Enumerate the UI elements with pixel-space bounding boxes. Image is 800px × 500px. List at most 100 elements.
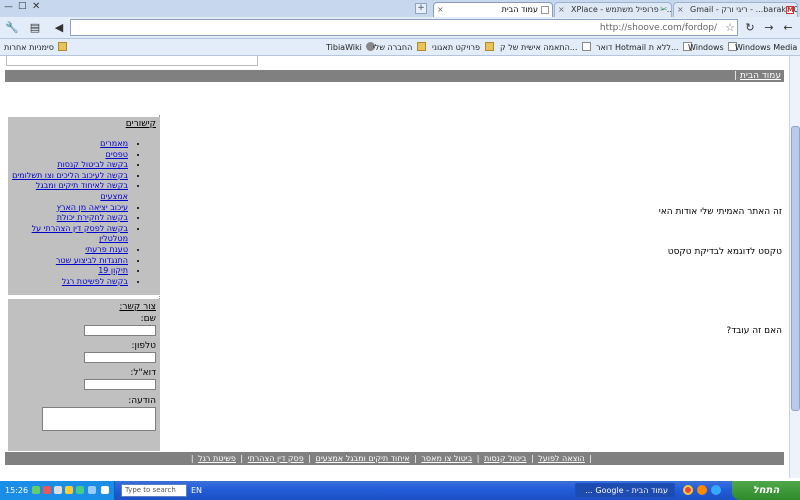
page-icon (541, 6, 549, 14)
list-item: בקשה לביטול קנסות (10, 160, 128, 171)
firefox-icon[interactable] (697, 485, 707, 495)
footer-link-merge-files[interactable]: איחוד תיקים ומבגל אמצעים (316, 454, 410, 463)
link-ability-inquiry[interactable]: בקשה לחקירת יכולת (57, 213, 128, 222)
url-input[interactable] (71, 20, 721, 35)
bookmark-tibiawiki[interactable]: TibiaWiki (326, 42, 376, 54)
taskbar-item-browser[interactable]: עמוד הבית - Google ... (575, 483, 675, 498)
footer-link-bankruptcy[interactable]: פשיטת רגל (198, 454, 236, 463)
go-arrow-icon[interactable]: ◀ (52, 20, 66, 36)
bookmark-label: דואר Hotmail ללא ת... (596, 43, 679, 52)
footer-link-cancel-arrest[interactable]: ביטול צו מאסר (421, 454, 472, 463)
sidebar: קישורים מאמרים טפסים בקשה לביטול קנסות ב… (6, 115, 160, 451)
bookmark-project[interactable]: פרויקט תאגוני (432, 42, 494, 54)
footer-link-enforcement[interactable]: הוצאה לפועל (538, 454, 585, 463)
web-page: עמוד הבית | קישורים מאמרים טפסים בקשה לב… (0, 56, 789, 478)
list-item: תיקון 19 (10, 266, 128, 277)
page-menu-icon[interactable]: ▤ (26, 20, 44, 36)
browser-tab-bar: — □ ✕ + × עמוד הבית × ✂ XPlace - פרופיל … (0, 0, 800, 17)
tab-gmail[interactable]: × M Gmail - ריגי ורק - ...baraki30 (673, 2, 798, 17)
link-forms[interactable]: טפסים (106, 150, 128, 159)
window-controls: — □ ✕ (0, 0, 60, 17)
bookmark-customize[interactable]: התאמה אישית של ק... (500, 42, 592, 54)
show-desktop-icon[interactable] (101, 486, 109, 494)
chrome-icon[interactable] (683, 485, 693, 495)
security-icon[interactable] (43, 486, 51, 494)
page-icon (582, 42, 592, 51)
tray-app-icon[interactable] (88, 486, 96, 494)
network-icon[interactable] (32, 486, 40, 494)
bookmark-label: פרויקט תאגוני (432, 43, 480, 52)
bookmark-windows-media[interactable]: Windows Media (735, 42, 800, 54)
bookmark-label: TibiaWiki (326, 43, 362, 52)
close-icon[interactable]: × (437, 3, 444, 16)
bookmark-company[interactable]: החברה שלי (373, 42, 426, 54)
list-item: עיכוב יציאה מן הארץ (10, 203, 128, 214)
scroll-thumb[interactable] (791, 126, 800, 411)
gmail-icon: M (786, 6, 794, 14)
xplace-icon: ✂ (660, 5, 668, 15)
close-icon[interactable]: × (558, 3, 565, 16)
link-articles[interactable]: מאמרים (100, 139, 128, 148)
address-bar[interactable]: ☆ (70, 19, 738, 36)
messenger-icon[interactable] (76, 486, 84, 494)
links-title: קישורים (125, 119, 156, 129)
start-button[interactable]: התחל (732, 481, 800, 500)
reload-icon[interactable]: ↻ (743, 20, 757, 36)
language-indicator[interactable]: EN (191, 481, 202, 500)
ie-icon[interactable] (711, 485, 721, 495)
bookmark-other[interactable]: סימניות אחרות (4, 42, 68, 54)
footer-link-declaratory[interactable]: פסק דין הצהרתי (248, 454, 304, 463)
separator: | (589, 454, 592, 463)
browser-toolbar: 🔧 ▤ ◀ ☆ ↻ → ← (0, 17, 800, 39)
bookmark-windows[interactable]: Windows (688, 42, 738, 54)
contact-form: צור קשר: שם: טלפון: דוא"ל: הודעה: (8, 299, 160, 451)
close-icon[interactable]: × (677, 3, 684, 16)
maximize-icon[interactable]: □ (18, 1, 27, 11)
link-stay-proceedings[interactable]: בקשה לעיכוב הליכים וצו תשלומים (12, 171, 128, 180)
system-tray: 15:26 (0, 481, 115, 500)
list-item: בקשה לפסק דין הצהרתי על מטלטלין (10, 224, 128, 245)
update-icon[interactable] (65, 486, 73, 494)
list-item: בקשה לפשיטת רגל (10, 277, 128, 288)
tab-xplace[interactable]: × ✂ XPlace - פרופיל משתמש - ... (554, 2, 672, 17)
link-paid-claim[interactable]: טענת פרעתי (85, 245, 128, 254)
tab-home[interactable]: × עמוד הבית (433, 2, 553, 17)
forward-icon[interactable]: → (762, 20, 776, 36)
bookmark-hotmail[interactable]: דואר Hotmail ללא ת... (596, 42, 693, 54)
minimize-icon[interactable]: — (4, 2, 13, 12)
back-icon[interactable]: ← (780, 20, 796, 36)
bookmark-label: Windows Media (735, 43, 798, 52)
separator: | (190, 454, 194, 463)
link-merge-files[interactable]: בקשה לאיחוד תיקים ומבגל אמצעים (36, 181, 128, 201)
list-item: בקשה לאיחוד תיקים ומבגל אמצעים (10, 181, 128, 202)
close-window-icon[interactable]: ✕ (32, 1, 40, 12)
message-field[interactable] (42, 407, 156, 431)
wrench-icon[interactable]: 🔧 (3, 20, 21, 36)
home-link[interactable]: עמוד הבית (740, 71, 781, 81)
link-declaratory-judgment[interactable]: בקשה לפסק דין הצהרתי על מטלטלין (32, 224, 128, 244)
link-bankruptcy[interactable]: בקשה לפשיטת רגל (62, 277, 128, 286)
taskbar: 15:26 Type to search EN עמוד הבית - Goog… (0, 481, 800, 500)
star-icon[interactable]: ☆ (725, 20, 735, 35)
taskbar-search-input[interactable]: Type to search (121, 484, 187, 497)
main-text-line-3: האם זה עובד? (726, 326, 782, 336)
folder-icon (58, 42, 68, 51)
bookmark-label: התאמה אישית של ק... (500, 43, 578, 52)
link-exit-ban[interactable]: עיכוב יציאה מן הארץ (57, 203, 128, 212)
links-box: קישורים מאמרים טפסים בקשה לביטול קנסות ב… (8, 117, 160, 295)
scrollbar[interactable] (789, 56, 800, 478)
link-cancel-fines[interactable]: בקשה לביטול קנסות (57, 160, 128, 169)
clock: 15:26 (5, 486, 29, 495)
link-bill-objection[interactable]: התנגדות לביצוע שטר (56, 256, 128, 265)
volume-icon[interactable] (54, 486, 62, 494)
email-field[interactable] (84, 379, 156, 390)
email-label: דוא"ל: (130, 368, 156, 378)
phone-field[interactable] (84, 352, 156, 363)
phone-label: טלפון: (131, 341, 156, 351)
link-amendment-19[interactable]: תיקון 19 (98, 266, 128, 275)
new-tab-button[interactable]: + (415, 3, 427, 14)
message-label: הודעה: (128, 396, 156, 406)
name-field[interactable] (84, 325, 156, 336)
footer-link-cancel-fines[interactable]: ביטול קנסות (484, 454, 526, 463)
header-bar: עמוד הבית | (5, 70, 784, 82)
